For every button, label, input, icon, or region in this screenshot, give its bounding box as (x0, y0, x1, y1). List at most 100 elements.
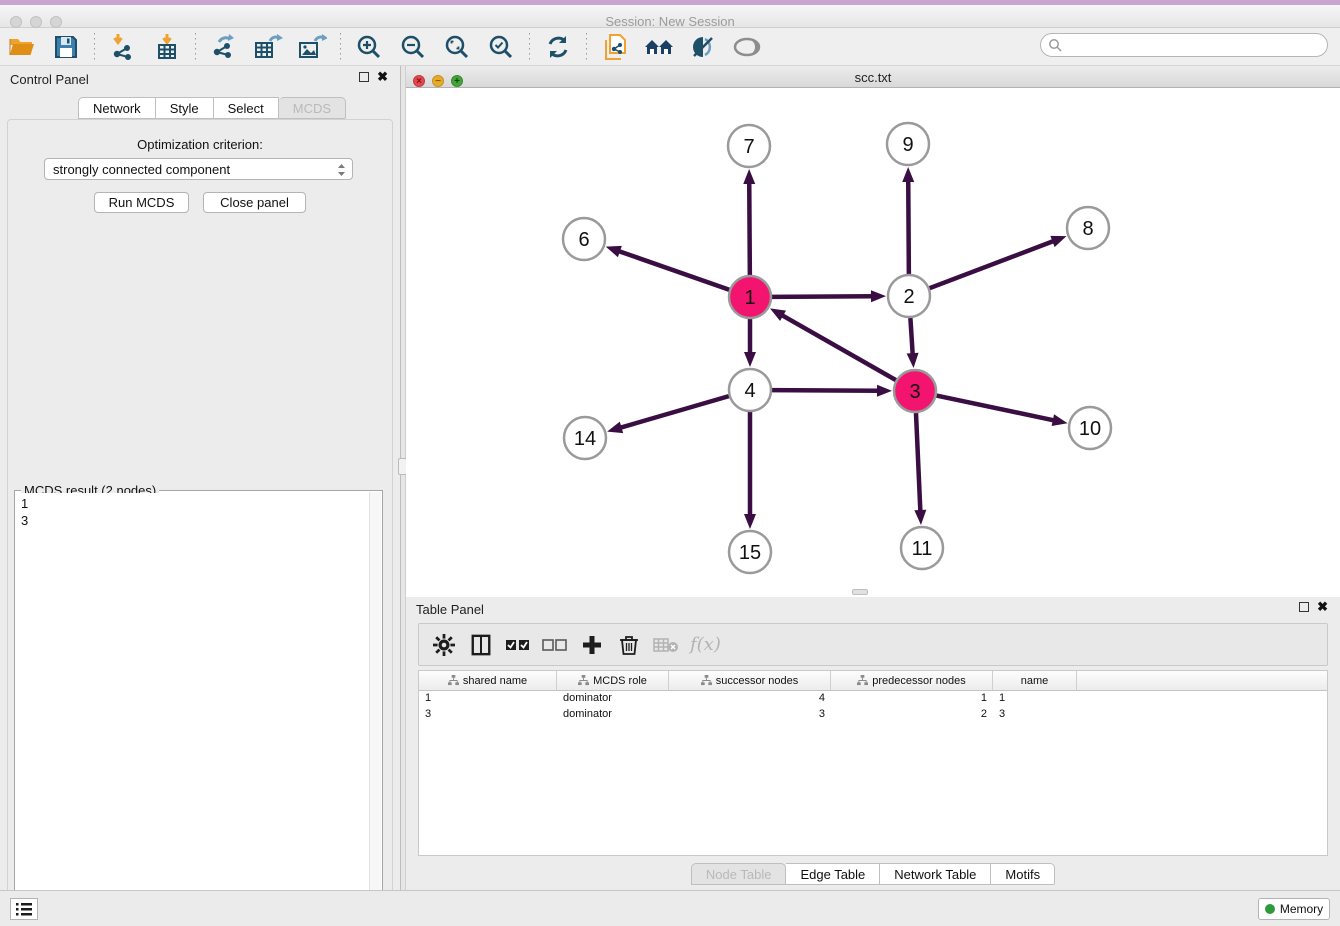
zoom-in-icon[interactable] (352, 32, 386, 62)
column-header-shared-name[interactable]: shared name (419, 671, 557, 690)
split-columns-icon[interactable] (466, 630, 496, 660)
graph-edge-1-2[interactable] (772, 296, 873, 297)
table-row[interactable]: 1dominator411 (419, 691, 1327, 707)
search-box (1040, 33, 1328, 57)
column-header-successor-nodes[interactable]: successor nodes (669, 671, 831, 690)
tree-icon (448, 675, 459, 686)
close-panel-button[interactable]: Close panel (203, 192, 306, 213)
table-cell[interactable]: 3 (669, 707, 831, 723)
add-column-icon[interactable] (577, 630, 607, 660)
graph-edge-1-7[interactable] (749, 182, 750, 275)
control-panel: Control Panel ✖ Network Style Select MCD… (0, 66, 400, 890)
table-row[interactable]: 3dominator323 (419, 707, 1327, 723)
zoom-selected-icon[interactable] (484, 32, 518, 62)
deselect-all-columns-icon[interactable] (540, 630, 570, 660)
table-cell[interactable]: dominator (557, 707, 669, 723)
mcds-result-line: 3 (21, 512, 365, 529)
table-cell[interactable]: 2 (831, 707, 993, 723)
graph-edge-2-8[interactable] (930, 241, 1055, 288)
export-network-icon[interactable] (207, 32, 241, 62)
export-table-icon[interactable] (251, 32, 285, 62)
node-table[interactable]: shared nameMCDS rolesuccessor nodesprede… (418, 670, 1328, 856)
refresh-layout-icon[interactable] (541, 32, 575, 62)
toolbar-separator (586, 33, 587, 61)
tab-mcds[interactable]: MCDS (279, 97, 346, 119)
table-cell[interactable]: 4 (669, 691, 831, 707)
tab-node-table[interactable]: Node Table (691, 863, 787, 885)
tab-style[interactable]: Style (156, 97, 214, 119)
network-window-titlebar[interactable]: ×−+ scc.txt (406, 66, 1340, 88)
network-canvas[interactable]: 7968124314101511 (406, 88, 1340, 597)
run-mcds-button[interactable]: Run MCDS (94, 192, 189, 213)
edge-arrowhead (607, 422, 623, 434)
gear-icon[interactable] (429, 630, 459, 660)
open-folder-icon[interactable] (5, 32, 39, 62)
network-title: scc.txt (406, 70, 1340, 85)
column-header-name[interactable]: name (993, 671, 1077, 690)
zoom-fit-icon[interactable] (440, 32, 474, 62)
clone-network-icon[interactable] (598, 32, 632, 62)
export-image-icon[interactable] (295, 32, 329, 62)
node-label: 7 (743, 136, 754, 158)
search-input[interactable] (1040, 33, 1328, 57)
edge-arrowhead (744, 514, 756, 529)
memory-status-icon (1265, 904, 1275, 914)
graph-edge-4-14[interactable] (620, 396, 729, 428)
table-panel-title: Table Panel (416, 602, 484, 617)
table-cell[interactable]: 3 (993, 707, 1077, 723)
table-cell[interactable]: 1 (993, 691, 1077, 707)
control-panel-title: Control Panel (10, 72, 89, 87)
mcds-result-box: MCDS result (2 nodes) 1 3 (14, 490, 383, 926)
graph-edge-2-9[interactable] (908, 180, 909, 274)
float-panel-icon[interactable] (359, 72, 369, 82)
horizontal-divider-grip[interactable] (852, 589, 868, 595)
table-cell[interactable]: 3 (419, 707, 557, 723)
column-header-MCDS-role[interactable]: MCDS role (557, 671, 669, 690)
node-label: 2 (903, 286, 914, 308)
graph-edge-3-10[interactable] (937, 396, 1055, 421)
mcds-result-text[interactable]: 1 3 (17, 493, 369, 926)
node-label: 1 (744, 287, 755, 309)
search-icon (1048, 38, 1062, 52)
graph-edge-4-3[interactable] (772, 390, 879, 391)
result-scrollbar[interactable] (369, 492, 381, 926)
edge-arrowhead (907, 353, 919, 368)
import-table-icon[interactable] (150, 32, 184, 62)
eye-icon[interactable] (730, 32, 764, 62)
tab-select[interactable]: Select (214, 97, 279, 119)
mcds-result-line: 1 (21, 495, 365, 512)
close-table-panel-icon[interactable]: ✖ (1317, 602, 1328, 612)
table-cell[interactable]: 1 (831, 691, 993, 707)
edge-arrowhead (914, 510, 926, 525)
tab-network[interactable]: Network (78, 97, 156, 119)
graph-edge-3-1[interactable] (781, 315, 896, 380)
graph-edge-2-3[interactable] (910, 318, 912, 355)
import-network-icon[interactable] (106, 32, 140, 62)
control-panel-tabs: Network Style Select MCDS (78, 97, 346, 119)
graph-edge-3-11[interactable] (916, 413, 920, 512)
tree-icon (701, 675, 712, 686)
zoom-out-icon[interactable] (396, 32, 430, 62)
optimization-criterion-select[interactable]: strongly connected component (44, 158, 353, 180)
graph-edge-1-6[interactable] (618, 251, 729, 290)
selected-option-label: strongly connected component (53, 162, 230, 177)
delete-column-icon[interactable] (614, 630, 644, 660)
select-all-columns-icon[interactable] (503, 630, 533, 660)
table-cell[interactable]: dominator (557, 691, 669, 707)
node-label: 15 (739, 542, 761, 564)
save-disk-icon[interactable] (49, 32, 83, 62)
table-toolbar: f(x) (418, 623, 1328, 666)
task-history-button[interactable] (10, 898, 38, 920)
toolbar-separator (529, 33, 530, 61)
tab-network-table[interactable]: Network Table (880, 863, 991, 885)
memory-button[interactable]: Memory (1258, 898, 1330, 920)
edge-arrowhead (877, 385, 892, 397)
float-table-panel-icon[interactable] (1299, 602, 1309, 612)
tab-motifs[interactable]: Motifs (991, 863, 1055, 885)
column-header-predecessor-nodes[interactable]: predecessor nodes (831, 671, 993, 690)
close-panel-icon[interactable]: ✖ (377, 72, 388, 82)
graphics-details-icon[interactable] (686, 32, 720, 62)
table-cell[interactable]: 1 (419, 691, 557, 707)
houses-icon[interactable] (642, 32, 676, 62)
tab-edge-table[interactable]: Edge Table (786, 863, 880, 885)
